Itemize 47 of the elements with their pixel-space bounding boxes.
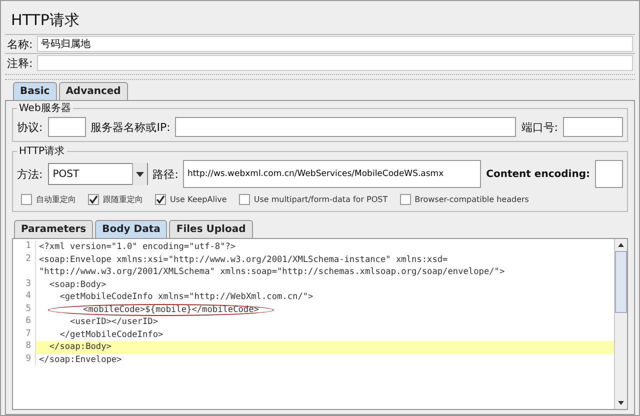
checkbox-label: 自动重定向 (36, 194, 76, 205)
tab[interactable]: Body Data (95, 220, 168, 238)
scrollbar[interactable] (614, 239, 627, 409)
checkbox[interactable] (88, 194, 99, 205)
code-line: </soap:Envelope> (38, 354, 122, 365)
line-number: 8 (13, 341, 36, 354)
field-label: 注释: (7, 56, 33, 70)
group-title: Web服务器 (18, 102, 72, 115)
field-label: 方法: (17, 166, 43, 182)
caret-icon (132, 163, 147, 185)
field-label: 协议: (17, 120, 43, 134)
tab[interactable]: Advanced (58, 82, 128, 100)
protocol-field[interactable] (48, 117, 86, 137)
code-line: </getMobileCodeInfo> (58, 330, 164, 340)
tab[interactable]: Parameters (14, 220, 94, 238)
port-field[interactable] (563, 117, 623, 137)
text-field[interactable]: 号码归属地 (36, 36, 633, 52)
checkbox[interactable] (21, 194, 32, 205)
checkbox-label: Use multipart/form-data for POST (254, 195, 388, 204)
tab[interactable]: Basic (13, 82, 57, 100)
encoding-field[interactable] (595, 160, 623, 188)
code-editor[interactable] (12, 238, 628, 410)
code-line: "http://www.w3.org/2001/XMLSchema" xmlns:soap="http://schemas.xmlsoap.org/soap/envelope/"> (38, 267, 505, 278)
field-label: 名称: (7, 36, 33, 52)
code-line: </soap:Body> (48, 342, 112, 352)
code-line: <?xml version="1.0" encoding="utf-8"?> (38, 242, 236, 252)
path-field[interactable]: http://ws.webxml.com.cn/WebServices/MobileCodeWS.asmx (183, 160, 482, 188)
checkbox-label: Use KeepAlive (170, 195, 227, 204)
code-line: <getMobileCodeInfo xmlns="http://WebXml.com.cn/"> (58, 292, 314, 302)
server-field[interactable] (175, 117, 516, 137)
field-label: 路径: (152, 166, 178, 182)
text-field[interactable] (36, 55, 633, 71)
code-line: <soap:Envelope xmlns:xsi="http://www.w3.org/2001/XMLSchema-instance" xmlns:xsd= (38, 254, 448, 265)
checkbox[interactable] (400, 194, 411, 205)
checkbox[interactable] (238, 194, 250, 205)
code-line: <userID></userID> (69, 317, 158, 328)
checkbox-label: 跟随重定向 (103, 194, 143, 205)
field-label: 服务器名称或IP: (90, 120, 170, 134)
method-dropdown[interactable]: POST (48, 163, 148, 185)
group-title: HTTP请求 (18, 144, 66, 158)
field-label: Content encoding: (486, 168, 590, 180)
field-label: 端口号: (521, 120, 558, 134)
panel-title: HTTP请求 (10, 10, 80, 31)
checkbox-label: Browser-compatible headers (414, 195, 529, 204)
checkbox[interactable] (155, 194, 166, 205)
code-line: <soap:Body> (48, 280, 106, 290)
tab[interactable]: Files Upload (169, 220, 253, 238)
